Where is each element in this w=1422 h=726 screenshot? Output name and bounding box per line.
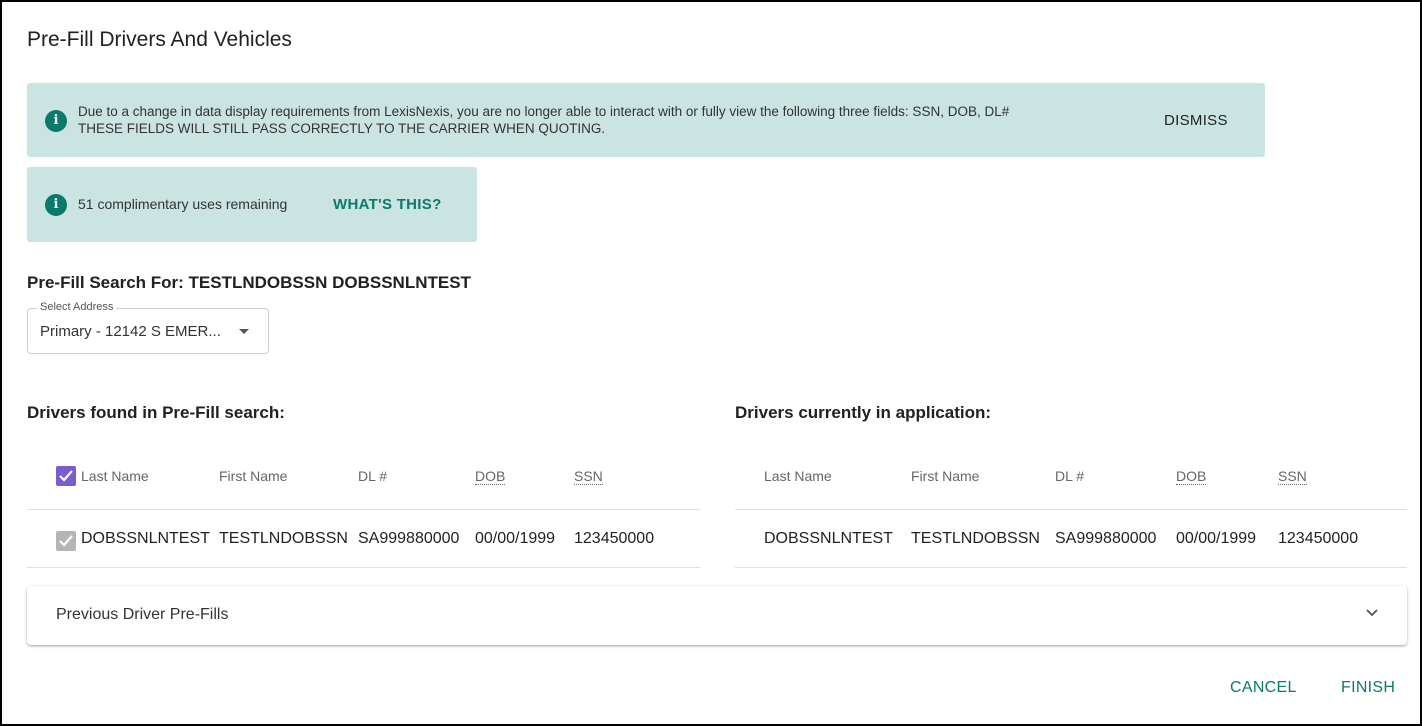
current-cell-first-name: TESTLNDOBSSN: [911, 530, 1040, 547]
select-address-label: Select Address: [37, 301, 117, 313]
current-cell-ssn: 123450000: [1278, 530, 1359, 547]
found-cell-ssn: 123450000: [574, 530, 655, 547]
current-col-first-name: First Name: [911, 468, 980, 484]
current-col-last-name: Last Name: [764, 468, 832, 484]
usage-notice: i 51 complimentary uses remaining WHAT'S…: [27, 167, 477, 242]
caret-down-icon: [239, 329, 249, 334]
found-cell-last-name: DOBSSNLNTEST: [81, 530, 210, 547]
found-col-first-name: First Name: [219, 468, 288, 484]
dialog-title: Pre-Fill Drivers And Vehicles: [27, 28, 292, 51]
current-col-dl: DL #: [1055, 468, 1085, 484]
found-cell-dob: 00/00/1999: [475, 530, 556, 547]
found-col-dob-label: DOB: [475, 468, 506, 485]
current-cell-dob: 00/00/1999: [1176, 530, 1257, 547]
found-row-divider: [27, 567, 700, 568]
prefill-search-heading: Pre-Fill Search For: TESTLNDOBSSN DOBSSN…: [27, 273, 471, 292]
select-all-checkbox[interactable]: [56, 466, 76, 486]
prefill-dialog: Pre-Fill Drivers And Vehicles i Due to a…: [0, 0, 1422, 726]
previous-prefills-label: Previous Driver Pre-Fills: [56, 606, 229, 623]
select-address-value: Primary - 12142 S EMER...: [40, 323, 221, 340]
found-header-divider: [27, 509, 700, 510]
found-cell-dl: SA999880000: [358, 530, 460, 547]
found-col-ssn: SSN: [574, 468, 603, 485]
found-row-checkbox: [56, 531, 76, 551]
current-cell-dl: SA999880000: [1055, 530, 1157, 547]
info-icon: i: [45, 110, 67, 132]
previous-prefills-accordion[interactable]: Previous Driver Pre-Fills: [27, 586, 1407, 645]
chevron-down-icon: [1366, 609, 1378, 617]
uses-remaining-text: 51 complimentary uses remaining: [78, 196, 288, 212]
cancel-button[interactable]: CANCEL: [1230, 679, 1297, 697]
dismiss-button[interactable]: DISMISS: [1164, 112, 1228, 129]
finish-button[interactable]: FINISH: [1341, 679, 1395, 697]
current-col-ssn: SSN: [1278, 468, 1307, 485]
current-drivers-heading: Drivers currently in application:: [735, 403, 992, 422]
current-col-dob-label: DOB: [1176, 468, 1207, 485]
notice-line-2: THESE FIELDS WILL STILL PASS CORRECTLY T…: [78, 121, 606, 136]
found-col-dob: DOB: [475, 468, 506, 485]
whats-this-link[interactable]: WHAT'S THIS?: [333, 196, 442, 213]
current-col-dob: DOB: [1176, 468, 1207, 485]
found-col-dl: DL #: [358, 468, 388, 484]
found-col-ssn-label: SSN: [574, 468, 603, 485]
current-cell-last-name: DOBSSNLNTEST: [764, 530, 893, 547]
found-drivers-heading: Drivers found in Pre-Fill search:: [27, 403, 285, 422]
current-col-ssn-label: SSN: [1278, 468, 1307, 485]
found-col-last-name: Last Name: [81, 468, 149, 484]
notice-line-1: Due to a change in data display requirem…: [78, 104, 1010, 119]
found-cell-first-name: TESTLNDOBSSN: [219, 530, 348, 547]
data-display-notice: i Due to a change in data display requir…: [27, 83, 1265, 157]
current-header-divider: [735, 509, 1407, 510]
info-icon: i: [45, 194, 67, 216]
select-address-dropdown[interactable]: Select Address Primary - 12142 S EMER...: [27, 301, 269, 354]
current-row-divider: [735, 567, 1407, 568]
